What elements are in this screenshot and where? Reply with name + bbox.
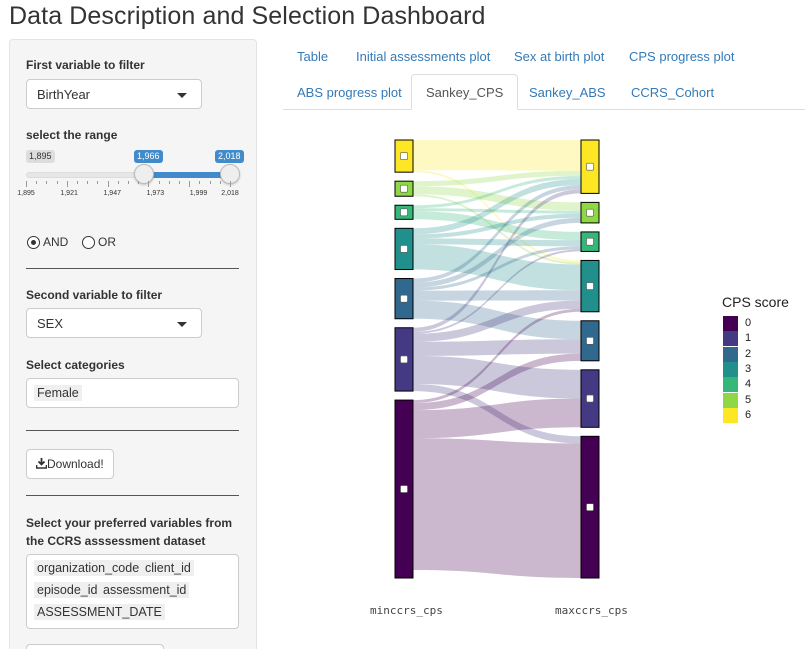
legend-title: CPS score: [722, 294, 789, 310]
sankey-node-marker: [586, 394, 594, 403]
sankey-node-marker: [586, 503, 594, 511]
legend-label: 3: [745, 362, 752, 375]
legend-swatch: [723, 316, 738, 331]
sankey-chart: [394, 139, 600, 579]
sankey-node-marker: [400, 294, 408, 303]
legend-swatch: [723, 346, 738, 362]
legend-swatch: [723, 392, 738, 408]
legend-label: 2: [745, 347, 752, 360]
x-axis-label-right: maxccrs_cps: [555, 604, 628, 617]
sankey-flow: [413, 438, 581, 578]
sankey-node-marker: [586, 162, 594, 171]
x-axis-label-left: minccrs_cps: [370, 604, 443, 617]
sankey-node-marker: [586, 208, 594, 217]
sankey-node-marker: [400, 152, 408, 160]
legend-swatch: [723, 361, 738, 377]
sankey-flow: [413, 339, 581, 356]
sankey-flow: [413, 140, 581, 171]
sankey-node-marker: [586, 336, 594, 345]
legend-swatch: [723, 407, 738, 423]
legend-label: 0: [745, 317, 752, 329]
legend-label: 1: [745, 332, 752, 345]
sankey-node-marker: [400, 355, 408, 364]
legend-swatch: [723, 331, 738, 347]
sankey-node-marker: [400, 208, 408, 217]
sankey-node-marker: [586, 282, 594, 290]
legend-swatch: [723, 377, 738, 393]
sankey-node-marker: [400, 184, 408, 193]
legend-label: 6: [745, 408, 752, 421]
legend-label: 5: [745, 393, 752, 406]
sankey-node-marker: [400, 245, 408, 253]
sankey-node-marker: [400, 485, 408, 493]
sankey-node-marker: [586, 237, 594, 246]
legend-label: 4: [745, 378, 752, 391]
